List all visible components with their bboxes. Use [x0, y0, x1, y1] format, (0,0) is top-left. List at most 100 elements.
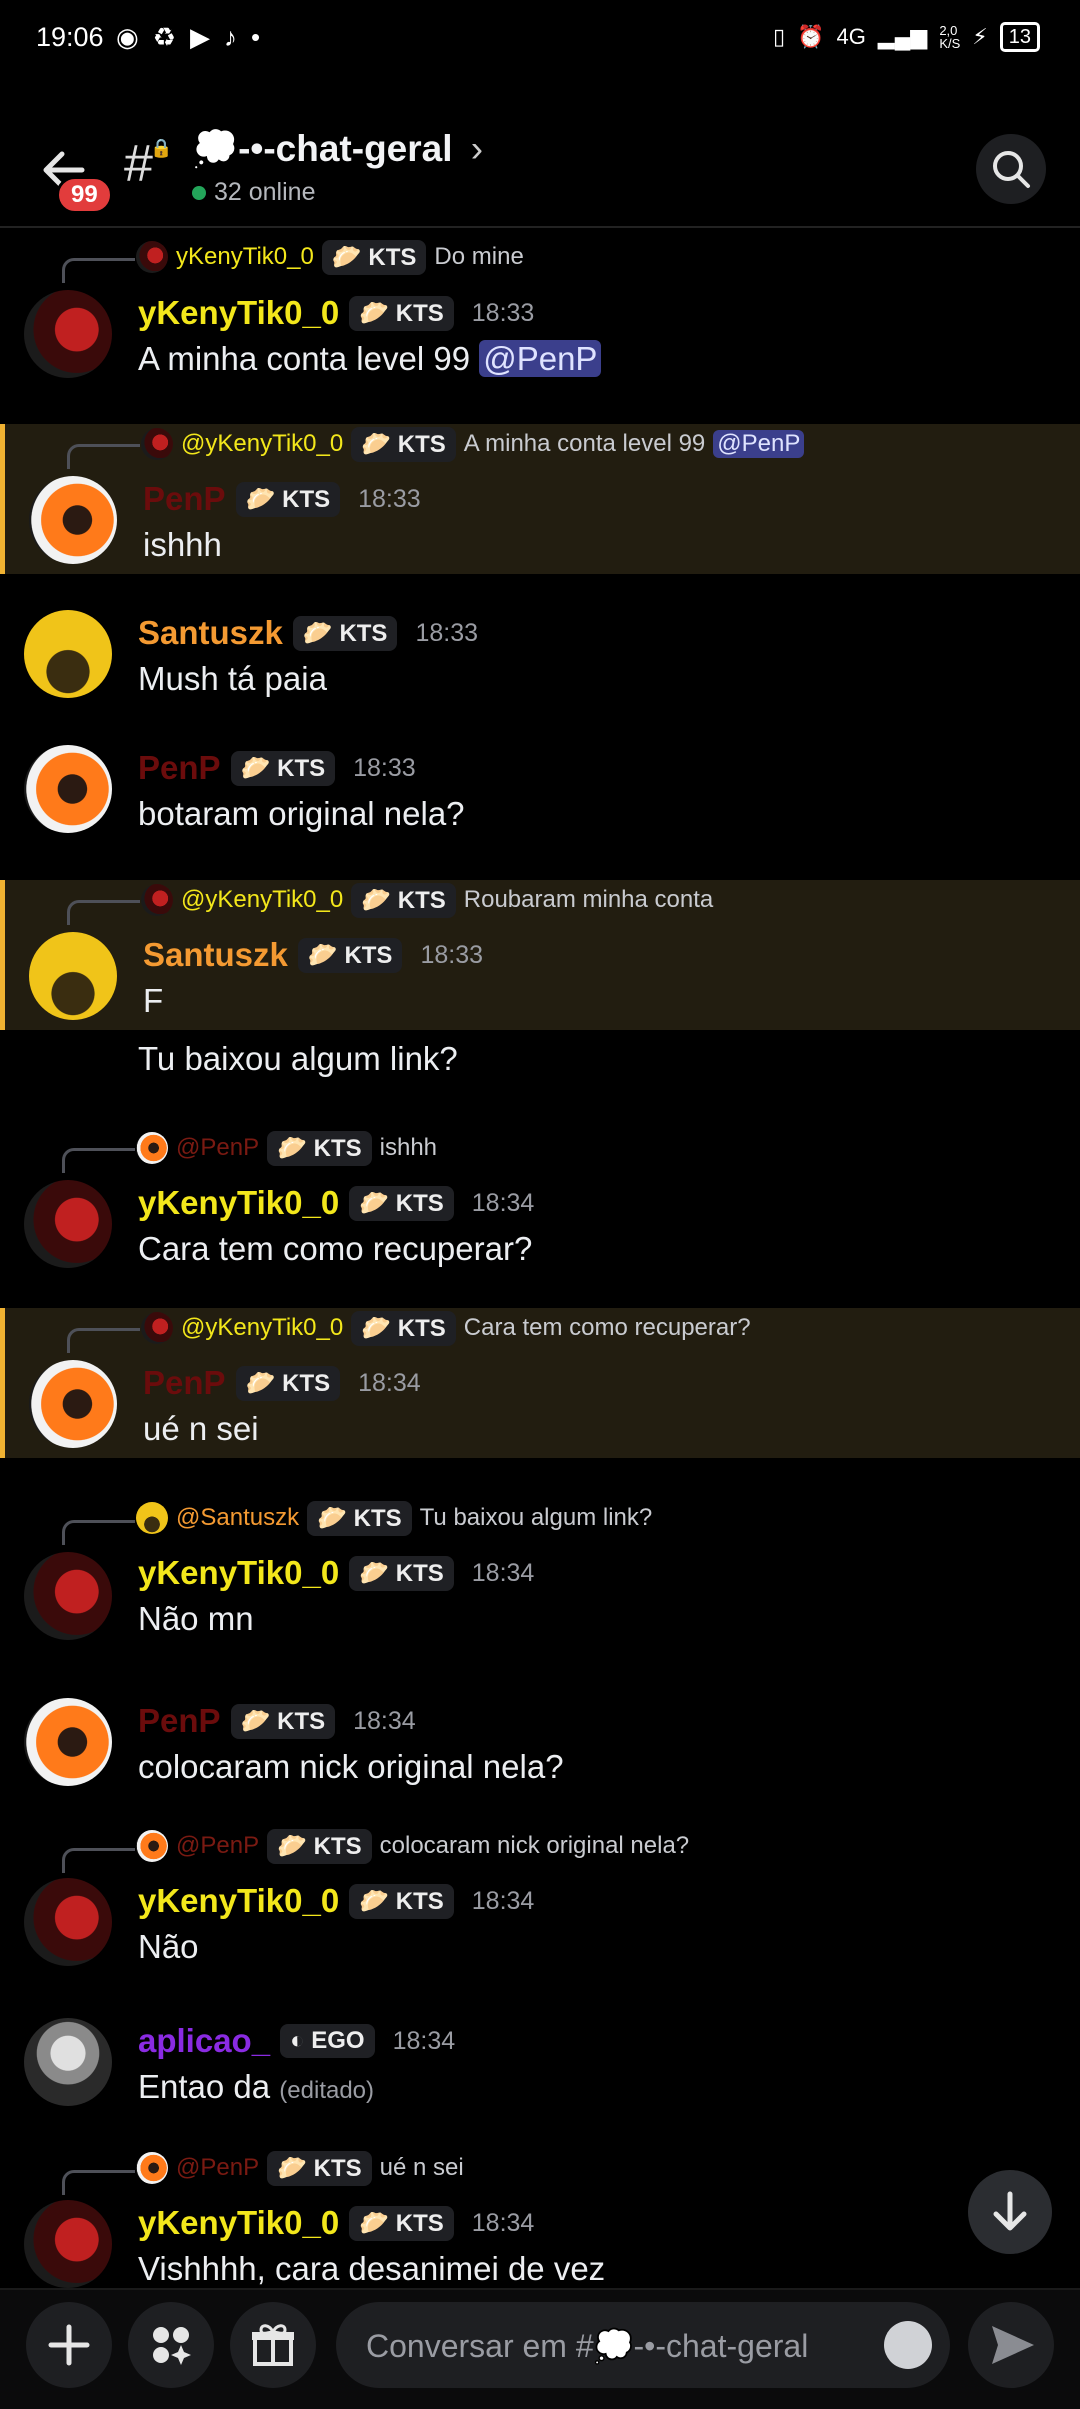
avatar[interactable]: [24, 2200, 112, 2288]
reply-preview[interactable]: @PenP 🥟 KTS ué n sei: [136, 2148, 464, 2188]
search-button[interactable]: [976, 134, 1046, 204]
chevron-right-icon: ›: [470, 128, 484, 169]
message-text: F: [143, 982, 164, 1019]
role-tag-label: KTS: [395, 1559, 444, 1587]
timestamp: 18:33: [353, 753, 416, 782]
message-text-continued: Tu baixou algum link?: [138, 1040, 458, 1077]
message-text: Vishhhh, cara desanimei de vez: [138, 2250, 606, 2287]
scroll-to-bottom-button[interactable]: [968, 2170, 1052, 2254]
username[interactable]: PenP: [138, 1702, 221, 1740]
message-text: ishhh: [143, 526, 222, 563]
message-item[interactable]: yKenyTik0_0 🥟 KTS Do mine yKenyTik0_0 🥟 …: [0, 228, 1080, 418]
username[interactable]: aplicao_: [138, 2022, 270, 2060]
avatar[interactable]: [24, 1552, 112, 1640]
reply-preview[interactable]: @yKenyTik0_0 🥟 KTS A minha conta level 9…: [141, 424, 805, 464]
reply-username: @PenP: [176, 2154, 260, 2181]
reply-avatar: [141, 428, 173, 460]
username[interactable]: yKenyTik0_0: [138, 294, 339, 332]
username[interactable]: yKenyTik0_0: [138, 1184, 339, 1222]
message-item[interactable]: @Santuszk 🥟 KTS Tu baixou algum link? yK…: [0, 1490, 1080, 1670]
timestamp: 18:34: [358, 1368, 421, 1397]
youtube-icon: ▶: [190, 22, 210, 52]
mention[interactable]: @PenP: [479, 340, 602, 377]
reply-preview[interactable]: @yKenyTik0_0 🥟 KTS Roubaram minha conta: [141, 880, 713, 920]
role-tag-label: KTS: [277, 1707, 326, 1735]
reply-preview[interactable]: @PenP 🥟 KTS colocaram nick original nela…: [136, 1826, 689, 1866]
timestamp: 18:34: [471, 2208, 535, 2237]
message-item[interactable]: @PenP 🥟 KTS colocaram nick original nela…: [0, 1818, 1080, 1998]
username[interactable]: PenP: [138, 749, 221, 787]
avatar[interactable]: [29, 932, 117, 1020]
message-item[interactable]: Santuszk 🥟 KTS 18:33 Mush tá paia: [0, 598, 1080, 708]
message-text: ué n sei: [143, 1410, 259, 1447]
reply-mention: @PenP: [713, 430, 805, 458]
reply-text: A minha conta level 99: [463, 430, 706, 457]
message-item-highlighted[interactable]: @yKenyTik0_0 🥟 KTS Roubaram minha conta …: [0, 880, 1080, 1030]
reply-tag-label: KTS: [397, 886, 446, 914]
avatar[interactable]: [24, 290, 112, 378]
username[interactable]: PenP: [143, 1364, 226, 1402]
username[interactable]: yKenyTik0_0: [138, 1882, 339, 1920]
username[interactable]: yKenyTik0_0: [138, 1554, 339, 1592]
reply-text: ué n sei: [379, 2154, 464, 2181]
timestamp: 18:34: [392, 2026, 456, 2055]
reply-tag-label: KTS: [353, 1504, 402, 1532]
role-tag-label: KTS: [339, 619, 388, 647]
composer-bar: [0, 2288, 1080, 2409]
reply-preview[interactable]: @yKenyTik0_0 🥟 KTS Cara tem como recuper…: [141, 1308, 751, 1348]
signal-icon: ▂▄▆: [877, 24, 928, 49]
avatar[interactable]: [24, 1878, 112, 1966]
reply-preview[interactable]: yKenyTik0_0 🥟 KTS Do mine: [136, 237, 524, 277]
message-text: Mush tá paia: [138, 660, 327, 697]
arrow-down-icon: [993, 2191, 1027, 2231]
username[interactable]: Santuszk: [143, 936, 288, 974]
role-tag-label: EGO: [311, 2027, 365, 2054]
message-item[interactable]: @PenP 🥟 KTS ishhh yKenyTik0_0 🥟 KTS 18:3…: [0, 1118, 1080, 1298]
reply-preview[interactable]: @PenP 🥟 KTS ishhh: [136, 1128, 437, 1168]
reply-tag: 🥟 KTS: [351, 426, 456, 462]
reply-spine: [67, 900, 140, 925]
reply-tag: 🥟 KTS: [351, 1310, 456, 1346]
gift-button[interactable]: [230, 2302, 316, 2388]
message-input-box[interactable]: [336, 2302, 950, 2390]
send-button[interactable]: [968, 2302, 1054, 2388]
avatar[interactable]: [29, 476, 117, 564]
username[interactable]: Santuszk: [138, 614, 283, 652]
apps-button[interactable]: [128, 2302, 214, 2388]
message-item[interactable]: @PenP 🥟 KTS ué n sei yKenyTik0_0 🥟 KTS 1…: [0, 2140, 1080, 2288]
message-input[interactable]: [364, 2302, 858, 2390]
channel-name: 💭-•-chat-geral: [192, 128, 453, 169]
message-item[interactable]: aplicao_ ◐ EGO 18:34 Entao da (editado): [0, 2008, 1080, 2118]
message-item-highlighted[interactable]: @yKenyTik0_0 🥟 KTS A minha conta level 9…: [0, 424, 1080, 574]
emoji-icon[interactable]: [884, 2321, 932, 2369]
alarm-icon: ⏰: [797, 24, 825, 49]
reply-tag: 🥟 KTS: [267, 2150, 372, 2186]
message-item-highlighted[interactable]: @yKenyTik0_0 🥟 KTS Cara tem como recuper…: [0, 1308, 1080, 1458]
reply-preview[interactable]: @Santuszk 🥟 KTS Tu baixou algum link?: [136, 1498, 652, 1538]
timestamp: 18:34: [353, 1706, 416, 1735]
message-list[interactable]: yKenyTik0_0 🥟 KTS Do mine yKenyTik0_0 🥟 …: [0, 228, 1080, 2288]
attach-button[interactable]: [26, 2302, 112, 2388]
avatar[interactable]: [29, 1360, 117, 1448]
role-tag: 🥟 KTS: [292, 615, 398, 651]
username[interactable]: yKenyTik0_0: [138, 2204, 339, 2242]
message-item[interactable]: PenP 🥟 KTS 18:34 colocaram nick original…: [0, 1690, 1080, 1800]
channel-title[interactable]: 💭-•-chat-geral ›: [192, 128, 483, 171]
avatar[interactable]: [24, 745, 112, 833]
role-tag: 🥟 KTS: [349, 295, 454, 331]
avatar[interactable]: [24, 2018, 112, 2106]
notification-icons: ◉ ♻ ▶ ♪ •: [116, 22, 260, 53]
message-item[interactable]: PenP 🥟 KTS 18:33 botaram original nela?: [0, 733, 1080, 843]
avatar[interactable]: [24, 1180, 112, 1268]
reply-spine: [62, 258, 135, 283]
reply-avatar: [136, 2152, 168, 2184]
reply-spine: [67, 1328, 140, 1353]
role-tag-label: KTS: [277, 754, 326, 782]
timestamp: 18:34: [471, 1886, 535, 1915]
role-tag: 🥟 KTS: [230, 750, 336, 786]
reply-username: @yKenyTik0_0: [181, 886, 344, 913]
reply-text: Tu baixou algum link?: [419, 1504, 653, 1531]
avatar[interactable]: [24, 610, 112, 698]
avatar[interactable]: [24, 1698, 112, 1786]
username[interactable]: PenP: [143, 480, 226, 518]
